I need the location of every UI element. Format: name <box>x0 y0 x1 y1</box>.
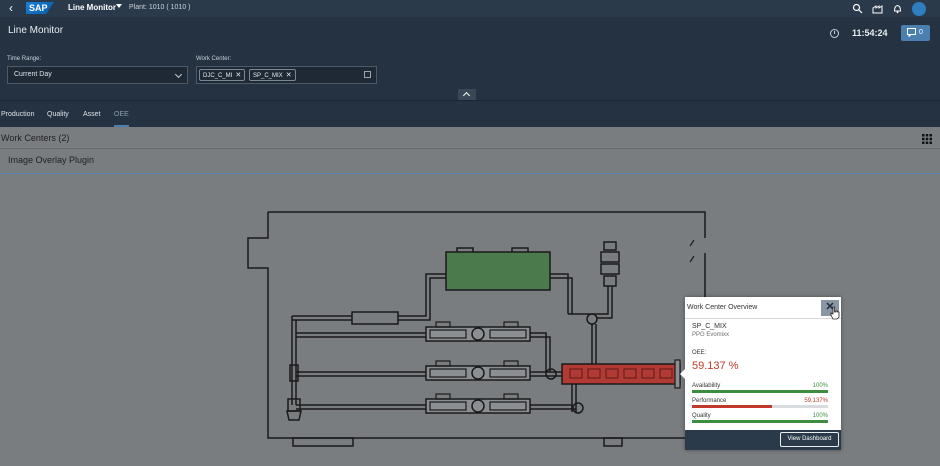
page-header: Line Monitor 11:54:24 0 Time Range: Curr… <box>0 17 940 100</box>
user-avatar[interactable] <box>912 2 926 16</box>
time-range-select[interactable]: Current Day <box>7 66 188 84</box>
app-title[interactable]: Line Monitor <box>68 3 116 12</box>
work-center-token[interactable]: SP_C_MIX ✕ <box>249 69 296 81</box>
work-center-popover: Work Center Overview ✕ SP_C_MIX PPG Evom… <box>680 297 841 450</box>
work-center-label: Work Center: <box>196 56 232 62</box>
app-menu-caret-icon[interactable] <box>116 4 122 8</box>
mixer-tank <box>445 251 551 291</box>
current-time: 11:54:24 <box>852 28 888 38</box>
tab-oee[interactable]: OEE <box>114 111 129 127</box>
metric-quality: Quality 100% <box>692 413 828 425</box>
popover-footer: View Dashboard <box>685 430 841 450</box>
progress-fill <box>692 405 773 408</box>
progress-track <box>692 390 828 393</box>
grid-icon[interactable] <box>922 134 932 144</box>
search-icon[interactable] <box>852 3 863 14</box>
collapse-header-button[interactable] <box>458 89 476 100</box>
oee-value: 59.137 % <box>692 360 739 372</box>
work-centers-title: Work Centers (2) <box>1 133 70 143</box>
metric-name: Availability <box>692 383 721 389</box>
progress-fill <box>692 420 828 423</box>
message-icon <box>907 28 916 37</box>
metric-value: 100% <box>812 383 828 389</box>
remove-token-icon[interactable]: ✕ <box>235 72 241 79</box>
chevron-down-icon[interactable] <box>174 70 183 79</box>
sap-logo: SAP <box>26 2 54 14</box>
time-range-label: Time Range: <box>7 56 42 62</box>
alert-work-center <box>561 363 681 385</box>
work-center-description: PPG Evomixx <box>692 332 730 338</box>
time-range-value: Current Day <box>14 71 52 78</box>
divider <box>685 318 841 319</box>
oee-label: OEE: <box>692 350 707 356</box>
progress-fill <box>692 390 828 393</box>
metric-value: 100% <box>812 413 828 419</box>
factory-icon[interactable] <box>872 3 883 14</box>
metric-performance: Performance 59.137% <box>692 398 828 410</box>
page-title: Line Monitor <box>8 25 64 36</box>
popover-title: Work Center Overview <box>687 304 758 311</box>
plant-info: Plant: 1010 ( 1010 ) <box>129 4 191 11</box>
view-dashboard-button[interactable]: View Dashboard <box>780 432 839 447</box>
bell-icon[interactable] <box>892 3 903 14</box>
metric-name: Quality <box>692 413 711 419</box>
tab-bar: Production Quality Asset OEE <box>0 100 940 127</box>
hand-cursor-icon <box>830 306 840 320</box>
metric-name: Performance <box>692 398 727 404</box>
notifications-button[interactable]: 0 <box>901 25 930 41</box>
tab-quality[interactable]: Quality <box>47 111 69 118</box>
progress-track <box>692 420 828 423</box>
tab-asset[interactable]: Asset <box>83 111 101 118</box>
shell-bar: ‹ SAP Line Monitor Plant: 1010 ( 1010 ) <box>0 0 940 17</box>
plugin-title: Image Overlay Plugin <box>8 155 95 165</box>
metric-value: 59.137% <box>804 398 828 404</box>
metric-availability: Availability 100% <box>692 383 828 395</box>
notification-count: 0 <box>919 29 923 36</box>
value-help-icon[interactable] <box>364 71 371 78</box>
work-center-token[interactable]: DJC_C_MI ✕ <box>199 69 246 81</box>
popover-arrow <box>680 369 685 379</box>
progress-track <box>692 405 828 408</box>
work-center-name: SP_C_MIX <box>692 323 727 330</box>
back-icon[interactable]: ‹ <box>9 1 13 15</box>
tab-production[interactable]: Production <box>1 111 34 118</box>
divider <box>0 148 940 149</box>
clock-icon <box>830 29 839 38</box>
remove-token-icon[interactable]: ✕ <box>286 72 292 79</box>
work-center-multi-input[interactable]: DJC_C_MI ✕ SP_C_MIX ✕ <box>196 66 377 84</box>
